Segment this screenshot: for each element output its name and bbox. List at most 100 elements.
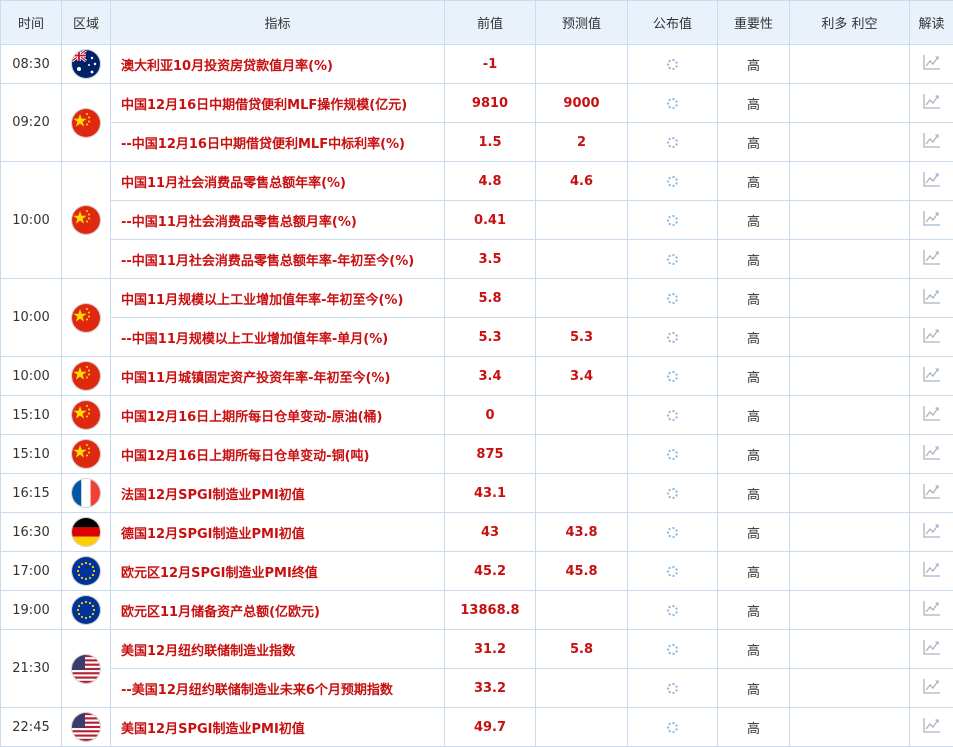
analysis-cell[interactable] (910, 435, 953, 474)
analysis-cell[interactable] (910, 84, 953, 123)
indicator-name[interactable]: --中国11月规模以上工业增加值年率-单月(%) (111, 318, 445, 357)
time-cell: 21:30 (1, 630, 62, 708)
analysis-cell[interactable] (910, 552, 953, 591)
actual-value (628, 513, 718, 552)
importance-value: 高 (718, 279, 790, 318)
analysis-cell[interactable] (910, 201, 953, 240)
col-forecast: 预测值 (536, 1, 628, 45)
chart-icon[interactable] (922, 53, 942, 75)
col-actual: 公布值 (628, 1, 718, 45)
analysis-cell[interactable] (910, 708, 953, 747)
indicator-name[interactable]: --中国11月社会消费品零售总额月率(%) (111, 201, 445, 240)
previous-value: 33.2 (445, 669, 536, 708)
indicator-name[interactable]: 澳大利亚10月投资房贷款值月率(%) (111, 45, 445, 84)
indicator-name[interactable]: 中国11月规模以上工业增加值年率-年初至今(%) (111, 279, 445, 318)
forecast-value (536, 201, 628, 240)
previous-value: 43.1 (445, 474, 536, 513)
indicator-name[interactable]: 中国12月16日中期借贷便利MLF操作规模(亿元) (111, 84, 445, 123)
actual-value (628, 435, 718, 474)
importance-value: 高 (718, 357, 790, 396)
importance-value: 高 (718, 162, 790, 201)
analysis-cell[interactable] (910, 513, 953, 552)
table-row: 22:45美国12月SPGI制造业PMI初值49.7高 (1, 708, 953, 747)
time-cell: 09:20 (1, 84, 62, 162)
chart-icon[interactable] (922, 131, 942, 153)
impact-cell (790, 123, 910, 162)
indicator-name[interactable]: 美国12月SPGI制造业PMI初值 (111, 708, 445, 747)
forecast-value (536, 474, 628, 513)
analysis-cell[interactable] (910, 396, 953, 435)
impact-cell (790, 84, 910, 123)
indicator-name[interactable]: --美国12月纽约联储制造业未来6个月预期指数 (111, 669, 445, 708)
indicator-name[interactable]: 欧元区11月储备资产总额(亿欧元) (111, 591, 445, 630)
importance-value: 高 (718, 669, 790, 708)
time-cell: 15:10 (1, 435, 62, 474)
analysis-cell[interactable] (910, 240, 953, 279)
importance-value: 高 (718, 513, 790, 552)
analysis-cell[interactable] (910, 318, 953, 357)
col-analysis: 解读 (910, 1, 953, 45)
forecast-value: 5.8 (536, 630, 628, 669)
chart-icon[interactable] (922, 287, 942, 309)
analysis-cell[interactable] (910, 630, 953, 669)
analysis-cell[interactable] (910, 45, 953, 84)
chart-icon[interactable] (922, 404, 942, 426)
impact-cell (790, 474, 910, 513)
indicator-name[interactable]: 欧元区12月SPGI制造业PMI终值 (111, 552, 445, 591)
indicator-name[interactable]: 中国12月16日上期所每日仓单变动-原油(桶) (111, 396, 445, 435)
loading-icon (667, 293, 678, 304)
previous-value: 875 (445, 435, 536, 474)
chart-icon[interactable] (922, 92, 942, 114)
analysis-cell[interactable] (910, 123, 953, 162)
chart-icon[interactable] (922, 248, 942, 270)
actual-value (628, 318, 718, 357)
time-cell: 10:00 (1, 357, 62, 396)
chart-icon[interactable] (922, 170, 942, 192)
forecast-value (536, 708, 628, 747)
chart-icon[interactable] (922, 365, 942, 387)
indicator-name[interactable]: 德国12月SPGI制造业PMI初值 (111, 513, 445, 552)
previous-value: 0.41 (445, 201, 536, 240)
chart-icon[interactable] (922, 560, 942, 582)
analysis-cell[interactable] (910, 474, 953, 513)
time-cell: 10:00 (1, 162, 62, 279)
loading-icon (667, 449, 678, 460)
importance-value: 高 (718, 474, 790, 513)
analysis-cell[interactable] (910, 279, 953, 318)
chart-icon[interactable] (922, 677, 942, 699)
forecast-value: 2 (536, 123, 628, 162)
loading-icon (667, 371, 678, 382)
previous-value: 3.5 (445, 240, 536, 279)
col-indicator: 指标 (111, 1, 445, 45)
chart-icon[interactable] (922, 482, 942, 504)
impact-cell (790, 357, 910, 396)
analysis-cell[interactable] (910, 357, 953, 396)
analysis-cell[interactable] (910, 591, 953, 630)
importance-value: 高 (718, 84, 790, 123)
forecast-value (536, 396, 628, 435)
chart-icon[interactable] (922, 599, 942, 621)
table-row: --中国11月社会消费品零售总额年率-年初至今(%)3.5高 (1, 240, 953, 279)
indicator-name[interactable]: 中国12月16日上期所每日仓单变动-铜(吨) (111, 435, 445, 474)
chart-icon[interactable] (922, 716, 942, 738)
actual-value (628, 45, 718, 84)
chart-icon[interactable] (922, 209, 942, 231)
indicator-name[interactable]: --中国11月社会消费品零售总额年率-年初至今(%) (111, 240, 445, 279)
analysis-cell[interactable] (910, 162, 953, 201)
actual-value (628, 201, 718, 240)
impact-cell (790, 669, 910, 708)
chart-icon[interactable] (922, 638, 942, 660)
chart-icon[interactable] (922, 521, 942, 543)
chart-icon[interactable] (922, 326, 942, 348)
france-flag-icon (72, 479, 100, 507)
impact-cell (790, 201, 910, 240)
chart-icon[interactable] (922, 443, 942, 465)
analysis-cell[interactable] (910, 669, 953, 708)
previous-value: 31.2 (445, 630, 536, 669)
indicator-name[interactable]: 法国12月SPGI制造业PMI初值 (111, 474, 445, 513)
importance-value: 高 (718, 552, 790, 591)
indicator-name[interactable]: 中国11月城镇固定资产投资年率-年初至今(%) (111, 357, 445, 396)
indicator-name[interactable]: --中国12月16日中期借贷便利MLF中标利率(%) (111, 123, 445, 162)
indicator-name[interactable]: 美国12月纽约联储制造业指数 (111, 630, 445, 669)
indicator-name[interactable]: 中国11月社会消费品零售总额年率(%) (111, 162, 445, 201)
